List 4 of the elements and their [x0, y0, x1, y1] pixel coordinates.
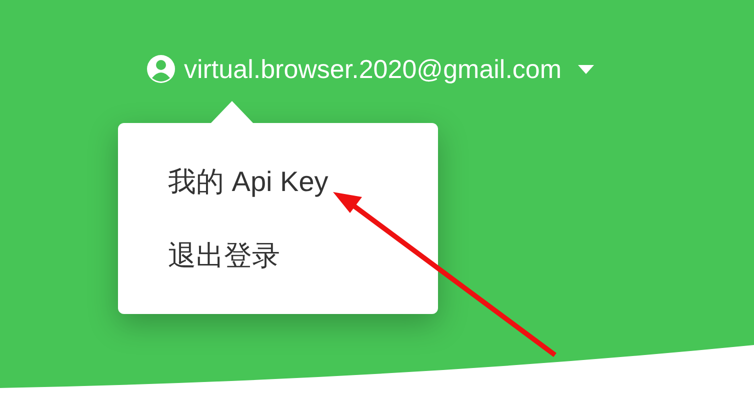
menu-item[interactable]: 我的 Api Key	[168, 164, 328, 200]
menu-item[interactable]: 退出登录	[168, 238, 280, 274]
caret-icon	[578, 64, 594, 74]
user-icon	[146, 54, 176, 84]
